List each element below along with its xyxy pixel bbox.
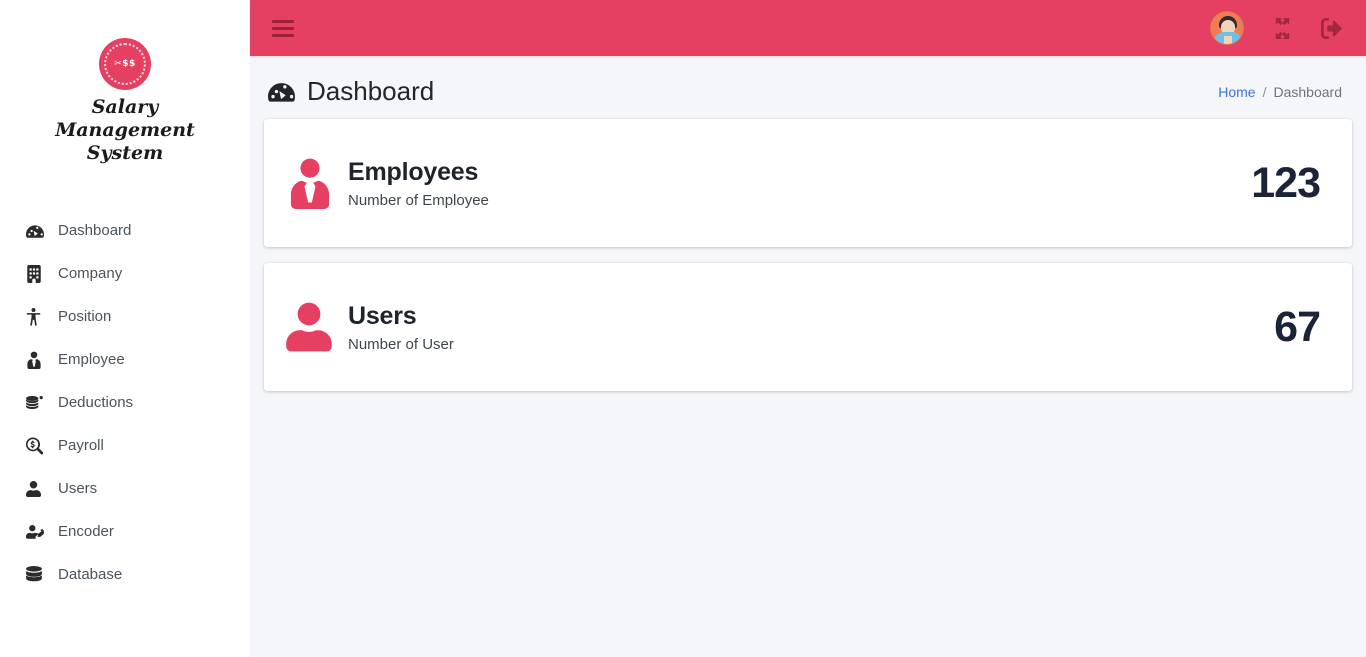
hamburger-bar [272,34,294,37]
topbar-actions [1210,11,1342,45]
hamburger-icon[interactable] [272,19,294,37]
sidebar-item-users[interactable]: Users [0,467,250,510]
sidebar-item-label: Database [58,566,123,583]
content-header: Dashboard Home / Dashboard [250,56,1366,119]
breadcrumb-home-link[interactable]: Home [1218,84,1255,100]
user-icon [286,301,348,353]
breadcrumb-separator: / [1262,83,1267,100]
tachometer-icon [268,78,295,105]
child-icon [26,307,52,326]
avatar-collar [1224,36,1232,44]
stat-card-subtitle: Number of User [348,335,454,353]
stat-card-title: Users [348,301,417,330]
stat-card-value: 67 [1274,302,1321,351]
sidebar-item-encoder[interactable]: Encoder [0,510,250,553]
sidebar-item-label: Company [58,265,123,282]
stat-card-subtitle: Number of Employee [348,191,489,209]
app-root: ✂$$ Salary Management System Dashboard C… [0,0,1366,657]
sidebar-item-database[interactable]: Database [0,553,250,596]
sign-out-icon[interactable] [1321,17,1342,39]
sidebar-item-label: Deductions [58,394,134,411]
sidebar-nav: Dashboard Company Position Employee Dedu… [0,209,250,596]
sidebar-item-payroll[interactable]: Payroll [0,424,250,467]
sidebar-item-deductions[interactable]: Deductions [0,381,250,424]
main-area: Dashboard Home / Dashboard Employees Num… [250,0,1366,657]
stat-card-users[interactable]: Users Number of User 67 [264,263,1352,391]
sidebar-item-employee[interactable]: Employee [0,338,250,381]
user-tie-icon [26,351,52,369]
database-icon [26,565,52,584]
sidebar-item-label: Dashboard [58,222,132,239]
breadcrumb: Home / Dashboard [1218,84,1342,100]
coins-icon [26,394,52,412]
sidebar-item-position[interactable]: Position [0,295,250,338]
sidebar-item-company[interactable]: Company [0,252,250,295]
top-navbar [250,0,1366,56]
sidebar-item-label: Employee [58,351,125,368]
sidebar: ✂$$ Salary Management System Dashboard C… [0,0,250,657]
page-title-text: Dashboard [307,76,435,106]
hamburger-bar [272,20,294,23]
sidebar-item-label: Encoder [58,523,114,540]
user-tie-icon [286,157,348,209]
page-title: Dashboard [268,76,434,107]
stat-card-title: Employees [348,157,479,186]
brand-logo-block[interactable]: ✂$$ Salary Management System [0,10,250,179]
stat-card-text: Employees Number of Employee [348,158,1251,209]
user-edit-icon [26,523,52,541]
logo-icon: ✂$$ [99,38,151,90]
stat-card-text: Users Number of User [348,302,1274,353]
hamburger-bar [272,27,294,30]
expand-arrows-icon[interactable] [1272,17,1293,39]
sidebar-item-label: Position [58,308,112,325]
avatar[interactable] [1210,11,1244,45]
brand-name: Salary Management System [55,96,195,164]
tachometer-icon [26,222,52,240]
stat-cards: Employees Number of Employee 123 Users N… [250,119,1366,407]
sidebar-item-label: Payroll [58,437,104,454]
stat-card-employees[interactable]: Employees Number of Employee 123 [264,119,1352,247]
building-icon [26,264,52,283]
sidebar-item-label: Users [58,480,98,497]
user-icon [26,480,52,498]
stat-card-value: 123 [1251,158,1321,207]
breadcrumb-current: Dashboard [1273,83,1343,100]
search-dollar-icon [26,437,52,455]
logo-glyph: ✂$$ [114,58,136,69]
sidebar-item-dashboard[interactable]: Dashboard [0,209,250,252]
